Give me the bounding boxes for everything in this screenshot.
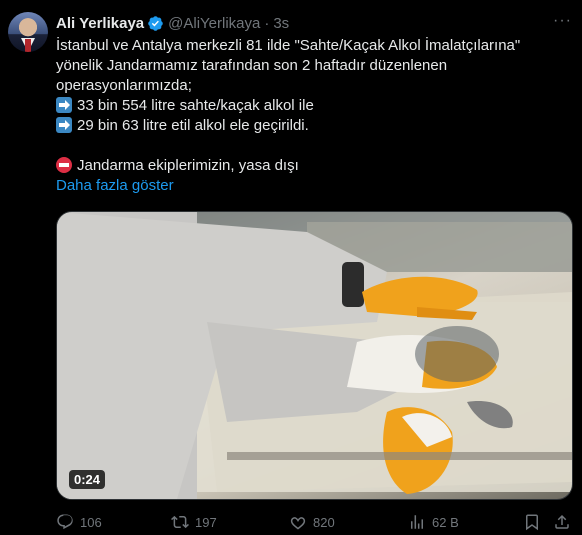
reply-count: 106 xyxy=(80,514,102,530)
tweet-warning-line: Jandarma ekiplerimizin, yasa dışı xyxy=(56,156,566,176)
author-handle[interactable]: @AliYerlikaya xyxy=(168,15,260,32)
video-duration: 0:24 xyxy=(69,470,106,489)
tweet-header: Ali Yerlikaya @AliYerlikaya · 3s xyxy=(56,12,289,34)
tweet-bullet-2: 29 bin 63 litre etil alkol ele geçirildi… xyxy=(56,116,566,136)
views-count: 62 B xyxy=(432,514,459,530)
tweet-paragraph: İstanbul ve Antalya merkezli 81 ilde "Sa… xyxy=(56,37,521,94)
like-count: 820 xyxy=(313,514,335,530)
bullet-2-text: 29 bin 63 litre etil alkol ele geçirildi… xyxy=(77,117,309,134)
reply-icon xyxy=(57,514,73,530)
avatar-tie xyxy=(25,39,31,52)
right-arrow-icon xyxy=(56,97,72,113)
reply-button[interactable]: 106 xyxy=(56,513,102,531)
separator-dot: · xyxy=(264,14,270,32)
author-name[interactable]: Ali Yerlikaya xyxy=(56,15,144,32)
warning-text: Jandarma ekiplerimizin, yasa dışı xyxy=(77,157,299,174)
like-button[interactable]: 820 xyxy=(289,513,335,531)
show-more-link[interactable]: Daha fazla göster xyxy=(56,177,174,194)
views-button[interactable]: 62 B xyxy=(408,513,459,531)
bar-chart-icon xyxy=(411,515,423,529)
heart-icon xyxy=(290,517,306,530)
no-entry-icon xyxy=(56,157,72,173)
timestamp[interactable]: 3s xyxy=(273,15,289,32)
repost-button[interactable]: 197 xyxy=(171,513,217,531)
more-options-icon[interactable]: ··· xyxy=(553,12,572,30)
video-frame xyxy=(57,212,572,499)
verified-badge-icon xyxy=(148,15,163,31)
right-arrow-icon xyxy=(56,117,72,133)
bullet-1-text: 33 bin 554 litre sahte/kaçak alkol ile xyxy=(77,97,314,114)
action-bar: 106 197 820 62 B xyxy=(56,511,571,533)
video-player[interactable]: 0:24 xyxy=(56,211,573,500)
share-button[interactable] xyxy=(553,513,571,531)
repost-count: 197 xyxy=(195,514,217,530)
avatar[interactable] xyxy=(8,12,48,52)
tweet-bullet-1: 33 bin 554 litre sahte/kaçak alkol ile xyxy=(56,96,566,116)
share-icon xyxy=(555,514,569,529)
tweet[interactable]: Ali Yerlikaya @AliYerlikaya · 3s İstanbu… xyxy=(0,0,582,535)
repost-icon xyxy=(171,515,189,529)
bookmark-button[interactable] xyxy=(523,513,541,531)
bookmark-icon xyxy=(526,514,538,531)
tweet-text: İstanbul ve Antalya merkezli 81 ilde "Sa… xyxy=(56,36,566,196)
